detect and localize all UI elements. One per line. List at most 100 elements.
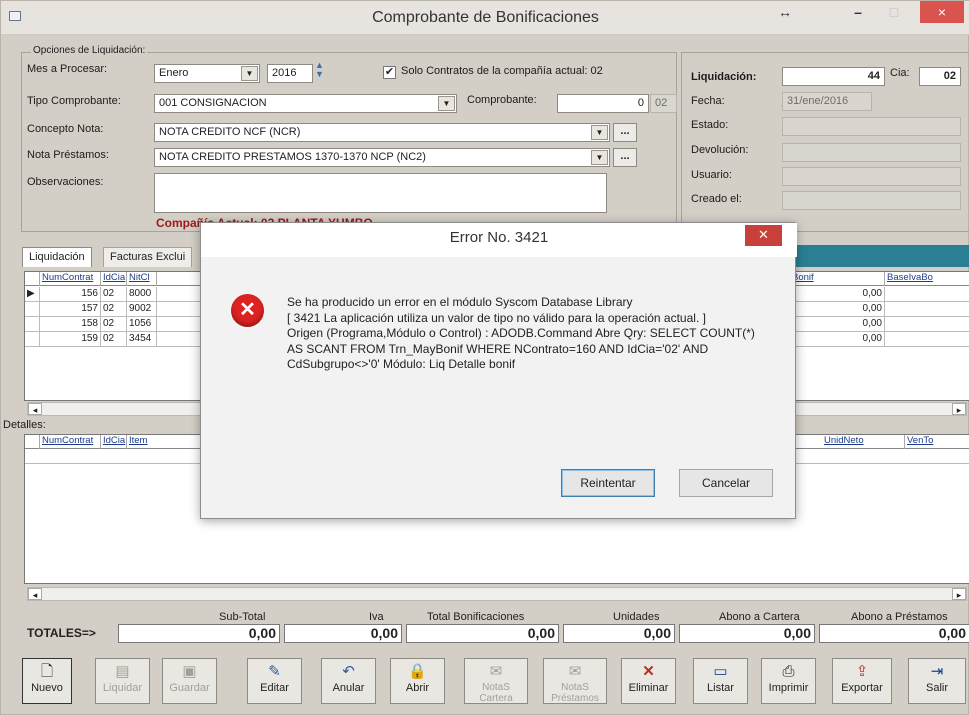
save-button-label: Guardar [169, 682, 210, 694]
save-button[interactable]: ▣ Guardar [162, 658, 217, 704]
scroll-left-icon[interactable]: ◂ [28, 588, 42, 600]
column-header[interactable]: IdCia [101, 272, 127, 286]
devolucion-field [782, 143, 961, 162]
tab-liquidacion[interactable]: Liquidación [22, 247, 92, 267]
comprobante-code: 02 [650, 94, 677, 113]
cell-bonif: 0,00 [790, 332, 885, 347]
prestamos-label: Nota Préstamos: [27, 149, 109, 161]
abrir-button[interactable]: 🔒 Abrir [390, 658, 445, 704]
export-button-label: Exportar [841, 682, 883, 694]
edit-button[interactable]: ✎ Editar [247, 658, 302, 704]
column-header[interactable]: NitCl [127, 272, 157, 286]
column-header[interactable]: NumContrat [40, 272, 101, 286]
resize-button[interactable]: ↔ [765, 1, 805, 25]
liquidar-button[interactable]: ▤ Liquidar [95, 658, 150, 704]
row-marker [25, 302, 40, 317]
row-selector-header [25, 435, 40, 449]
print-button-label: Imprimir [768, 682, 809, 694]
fecha-field: 31/ene/2016 [782, 92, 872, 111]
calculator-icon: ▤ [115, 663, 130, 680]
row-selector-header [25, 272, 40, 286]
cell-num: 157 [40, 302, 101, 317]
note-icon: ✉ [489, 663, 503, 680]
delete-x-icon: ✕ [642, 663, 655, 680]
liquidar-button-label: Liquidar [102, 682, 143, 694]
scroll-right-icon[interactable]: ▸ [952, 403, 966, 415]
cell-nit: 8000 [127, 287, 157, 302]
creado-field [782, 191, 961, 210]
subtotal-value: 0,00 [118, 624, 280, 643]
detalles-label: Detalles: [3, 419, 46, 431]
title-bar: Comprobante de Bonificaciones ↔ – □ × [1, 1, 969, 35]
notas-cartera-label: NotaS Cartera [479, 682, 513, 704]
tipo-select[interactable]: 001 CONSIGNACION ▼ [154, 94, 457, 113]
row-marker [25, 332, 40, 347]
maximize-button[interactable]: □ [874, 1, 914, 25]
column-header[interactable]: Item [127, 435, 207, 449]
error-message: Se ha producido un error en el módulo Sy… [287, 295, 755, 371]
close-window-button[interactable]: × [920, 1, 964, 23]
prestamos-select[interactable]: NOTA CREDITO PRESTAMOS 1370-1370 NCP (NC… [154, 148, 610, 167]
prestamos-value: NOTA CREDITO PRESTAMOS 1370-1370 NCP (NC… [159, 151, 426, 163]
options-group-label: Opciones de Liquidación: [31, 45, 148, 56]
unidades-value: 0,00 [563, 624, 675, 643]
cell-bonif: 0,00 [790, 287, 885, 302]
notas-prestamos-label: NotaS Préstamos [551, 682, 599, 704]
column-header[interactable]: VenTo [905, 435, 969, 449]
unidades-header: Unidades [613, 611, 660, 623]
column-header[interactable]: UnidNeto [822, 435, 905, 449]
cia-label: Cia: [890, 67, 910, 79]
totales-label: TOTALES=> [27, 626, 96, 640]
error-dialog: Error No. 3421 ✕ ✕ Se ha producido un er… [200, 222, 797, 519]
cell-cia: 02 [101, 302, 127, 317]
liquidacion-field[interactable]: 44 [782, 67, 885, 86]
cancel-button[interactable]: Cancelar [679, 469, 773, 497]
delete-button-label: Eliminar [628, 682, 669, 694]
retry-button[interactable]: Reintentar [561, 469, 655, 497]
column-header[interactable]: IdCia [101, 435, 127, 449]
year-field[interactable]: 2016 [267, 64, 313, 83]
column-header[interactable]: Bonif [790, 272, 885, 286]
delete-button[interactable]: ✕ Eliminar [621, 658, 676, 704]
undo-icon: ↶ [342, 663, 355, 680]
scroll-right-icon[interactable]: ▸ [952, 588, 966, 600]
printer-icon: ⎙ [782, 663, 795, 680]
new-doc-icon: 🗋 [40, 663, 54, 680]
prestamos-browse-button[interactable]: ... [613, 148, 637, 167]
year-spinner-icon[interactable]: ▲ ▼ [315, 61, 324, 79]
print-button[interactable]: ⎙ Imprimir [761, 658, 816, 704]
estado-label: Estado: [691, 119, 729, 131]
minimize-button[interactable]: – [838, 1, 878, 25]
observaciones-input[interactable] [154, 173, 607, 213]
dialog-close-button[interactable]: ✕ [745, 225, 782, 246]
mes-select[interactable]: Enero ▼ [154, 64, 260, 83]
scroll-left-icon[interactable]: ◂ [28, 403, 42, 415]
total-bonif-value: 0,00 [406, 624, 559, 643]
column-header[interactable]: NumContrat [40, 435, 101, 449]
cell-nit: 3454 [127, 332, 157, 347]
cell-num: 159 [40, 332, 101, 347]
notas-prestamos-button[interactable]: ✉ NotaS Préstamos [543, 658, 607, 704]
abrir-button-label: Abrir [405, 682, 430, 694]
dialog-title: Error No. 3421 [201, 223, 797, 257]
chevron-down-icon: ▼ [591, 125, 608, 140]
creado-label: Creado el: [691, 193, 742, 205]
devolucion-label: Devolución: [691, 144, 749, 156]
exit-door-icon: ⇥ [930, 663, 944, 680]
concepto-browse-button[interactable]: ... [613, 123, 637, 142]
concepto-select[interactable]: NOTA CREDITO NCF (NCR) ▼ [154, 123, 610, 142]
exit-button[interactable]: ⇥ Salir [908, 658, 966, 704]
comprobante-field[interactable]: 0 [557, 94, 649, 113]
notas-cartera-button[interactable]: ✉ NotaS Cartera [464, 658, 528, 704]
mes-label: Mes a Procesar: [27, 63, 108, 75]
anular-button[interactable]: ↶ Anular [321, 658, 376, 704]
listar-button[interactable]: ▭ Listar [693, 658, 748, 704]
solo-contratos-checkbox[interactable]: ✔ [383, 66, 396, 79]
export-button[interactable]: ⇪ Exportar [832, 658, 892, 704]
abono-prestamos-header: Abono a Préstamos [851, 611, 948, 623]
column-header[interactable]: BaseIvaBo [885, 272, 969, 286]
new-button[interactable]: 🗋 Nuevo [22, 658, 72, 704]
tab-facturas-excluidas[interactable]: Facturas Exclui [103, 247, 193, 267]
grid-scrollbar[interactable]: ◂ ▸ [27, 587, 967, 601]
cia-field[interactable]: 02 [919, 67, 961, 86]
